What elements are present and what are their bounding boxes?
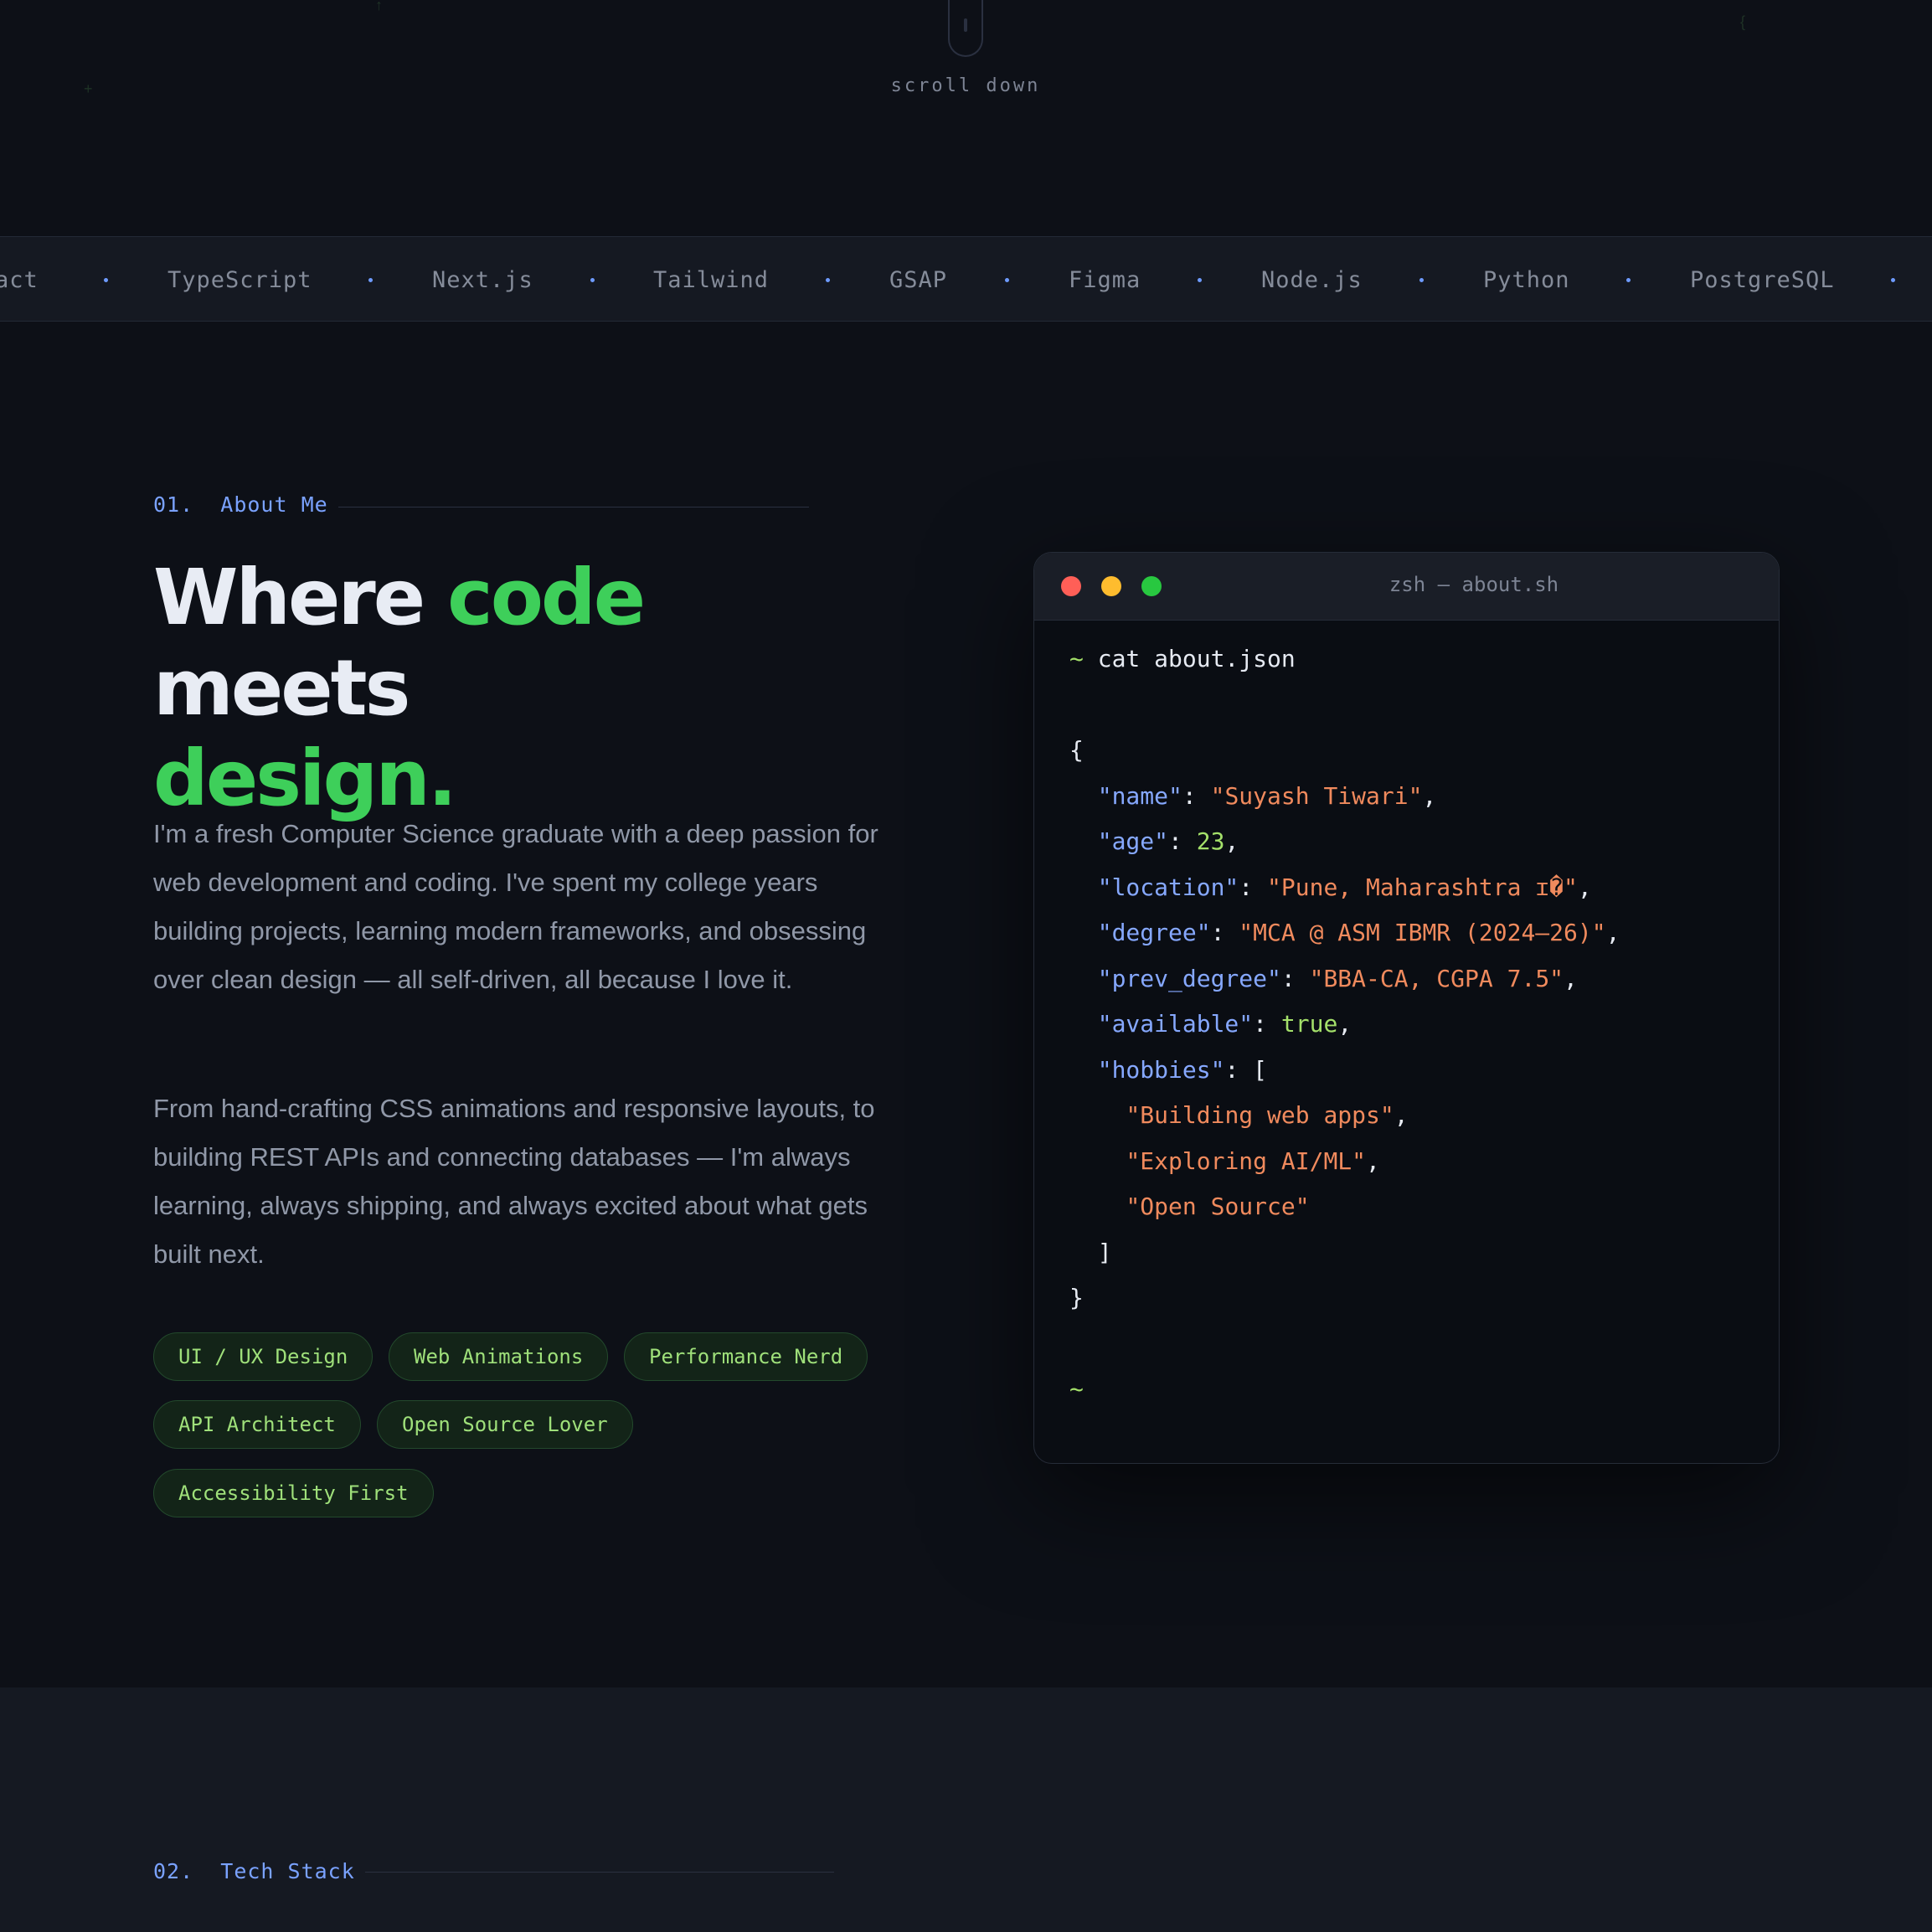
json-value: "BBA-CA, CGPA 7.5"	[1309, 964, 1564, 992]
section-label-about: 01. About Me	[153, 492, 328, 517]
marquee-dot	[104, 278, 108, 282]
section-label-tech-stack: 02. Tech Stack	[153, 1859, 355, 1883]
section-number: 02.	[153, 1859, 194, 1883]
marquee-item: act	[0, 267, 39, 293]
json-value: true	[1280, 1010, 1338, 1038]
json-array-item: "Building web apps"	[1126, 1101, 1394, 1129]
marquee-dot	[826, 278, 830, 282]
json-key: "age"	[1097, 827, 1169, 855]
skill-tag: Performance Nerd	[624, 1332, 868, 1381]
terminal-output: ~ cat about.json { "name": "Suyash Tiwar…	[1069, 645, 1620, 1403]
scroll-down-label: scroll down	[890, 75, 1041, 96]
json-value: "MCA @ ASM IBMR (2024–26)"	[1239, 919, 1606, 946]
skill-tag: Web Animations	[389, 1332, 609, 1381]
prompt-symbol: ~	[1069, 1375, 1084, 1403]
terminal-title: zsh — about.sh	[1388, 573, 1559, 596]
about-headline: Where code meets design.	[153, 553, 907, 824]
marquee-item: Tailwind	[653, 267, 770, 293]
section-divider	[365, 1872, 834, 1873]
json-value: "Suyash Tiwari"	[1210, 781, 1423, 810]
close-window-button[interactable]	[1061, 576, 1081, 596]
marquee-dot	[1891, 278, 1895, 282]
json-key: "hobbies"	[1097, 1055, 1225, 1084]
json-key: "prev_degree"	[1097, 964, 1281, 992]
marquee-dot	[1198, 278, 1202, 282]
terminal-window: zsh — about.sh ~ cat about.json { "name"…	[1033, 552, 1780, 1464]
json-value: 23	[1196, 827, 1225, 855]
marquee-item: PostgreSQL	[1690, 267, 1835, 293]
marquee-dot	[1419, 278, 1424, 282]
section-title: Tech Stack	[220, 1859, 355, 1883]
marquee-item: Node.js	[1261, 267, 1363, 293]
marquee-dot	[368, 278, 373, 282]
marquee-item: TypeScript	[167, 267, 312, 293]
about-paragraph: From hand-crafting CSS animations and re…	[153, 1094, 875, 1269]
skill-tag: API Architect	[153, 1400, 361, 1449]
section-title: About Me	[220, 492, 328, 517]
headline-text: Where	[153, 553, 448, 642]
skill-tag: Open Source Lover	[377, 1400, 633, 1449]
terminal-command: cat about.json	[1097, 645, 1296, 672]
json-array-item: "Exploring AI/ML"	[1126, 1146, 1367, 1175]
json-key: "degree"	[1097, 919, 1211, 946]
marquee-dot	[1005, 278, 1009, 282]
marquee-item: GSAP	[889, 267, 948, 293]
headline-highlight: code	[447, 553, 646, 642]
section-number: 01.	[153, 492, 194, 517]
decor-glyph: +	[84, 80, 93, 97]
json-key: "name"	[1097, 781, 1182, 810]
terminal-titlebar: zsh — about.sh	[1034, 553, 1779, 621]
decor-glyph: ↑	[375, 0, 383, 13]
headline-text: meets	[153, 643, 410, 733]
marquee-item: Figma	[1069, 267, 1141, 293]
maximize-window-button[interactable]	[1141, 576, 1162, 596]
minimize-window-button[interactable]	[1101, 576, 1121, 596]
tech-marquee: act TypeScript Next.js Tailwind GSAP Fig…	[0, 236, 1932, 322]
json-key: "available"	[1097, 1010, 1254, 1038]
marquee-item: Python	[1483, 267, 1570, 293]
skill-tag: Accessibility First	[153, 1469, 434, 1517]
json-array-item: "Open Source"	[1126, 1193, 1310, 1220]
prompt-symbol: ~	[1069, 645, 1084, 672]
decor-glyph: {	[1740, 13, 1746, 30]
marquee-dot	[590, 278, 595, 282]
json-value: "Pune, Maharashtra ɪ�"	[1267, 873, 1578, 901]
json-brace: }	[1069, 1284, 1084, 1311]
json-key: "location"	[1097, 873, 1239, 901]
marquee-item: Next.js	[432, 267, 533, 293]
json-brace: {	[1069, 736, 1084, 764]
about-paragraph: I'm a fresh Computer Science graduate wi…	[153, 819, 878, 994]
skill-tag: UI / UX Design	[153, 1332, 374, 1381]
tech-stack-section: 02. Tech Stack	[0, 1687, 1932, 1932]
marquee-dot	[1626, 278, 1631, 282]
scroll-wheel-indicator	[964, 18, 967, 32]
